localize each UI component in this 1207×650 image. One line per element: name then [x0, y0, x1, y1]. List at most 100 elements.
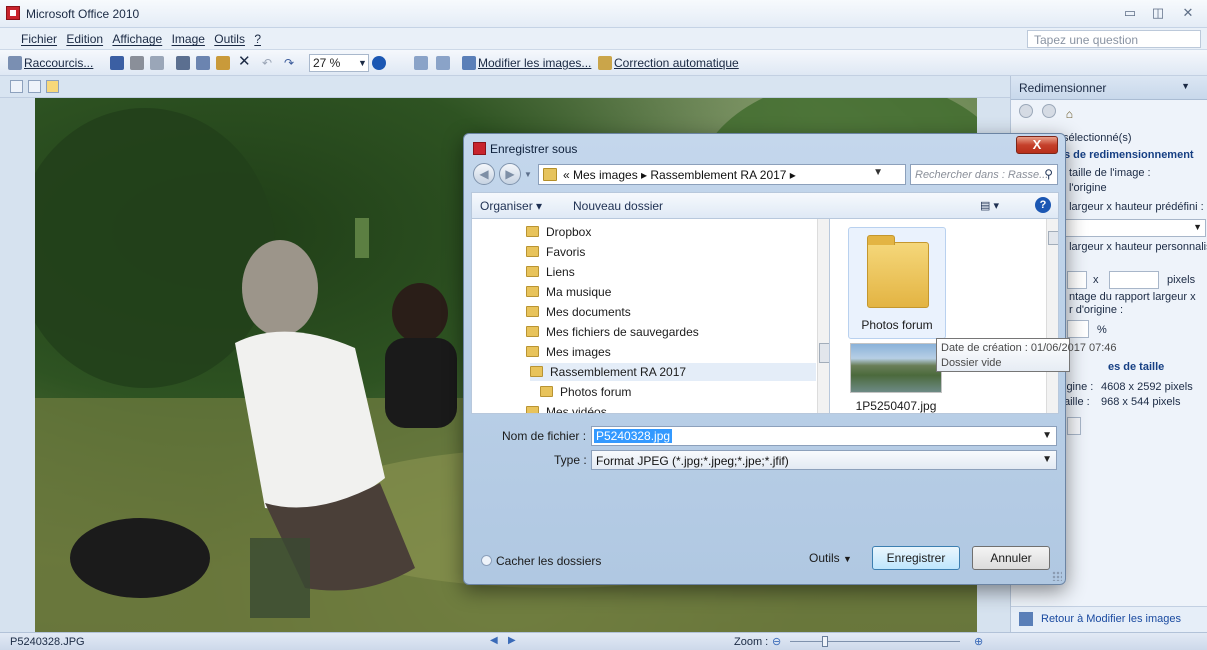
back-to-edit-link[interactable]: Retour à Modifier les images: [1041, 613, 1181, 625]
question-search-input[interactable]: Tapez une question: [1027, 30, 1201, 48]
shortcuts-button[interactable]: Raccourcis...: [24, 54, 93, 72]
edit-images-button[interactable]: Modifier les images...: [478, 54, 591, 72]
image-thumbnail[interactable]: [850, 343, 942, 393]
next-image-icon[interactable]: ▶: [508, 635, 516, 646]
help-icon[interactable]: [372, 56, 386, 70]
save-icon[interactable]: [110, 56, 124, 70]
help-icon[interactable]: ?: [1035, 197, 1051, 213]
back-arrow-icon[interactable]: ◀: [473, 163, 495, 185]
previous-image-icon[interactable]: ◀: [490, 635, 498, 646]
chevron-down-icon[interactable]: ▼: [1042, 430, 1052, 441]
forward-icon[interactable]: [1042, 104, 1057, 118]
folder-icon: [543, 168, 557, 181]
close-window-button[interactable]: ✕: [1176, 4, 1200, 22]
home-icon[interactable]: ⌂: [1066, 107, 1073, 121]
file-name: Photos forum: [861, 318, 933, 332]
recent-locations-icon[interactable]: ▼: [524, 170, 532, 179]
hide-folders-label: Cacher les dossiers: [496, 554, 602, 568]
preset-size-option[interactable]: t largeur x hauteur prédéfini :: [1063, 201, 1204, 213]
minimize-button[interactable]: ▭: [1118, 4, 1142, 22]
menu-image[interactable]: Image: [169, 28, 208, 46]
menu-help[interactable]: ?: [251, 28, 264, 46]
folder-icon: [540, 386, 553, 397]
menu-edition[interactable]: Edition: [63, 28, 106, 46]
ratio-option-cont: r d'origine :: [1069, 304, 1124, 316]
organize-button[interactable]: Organiser ▾: [480, 199, 542, 213]
width-stepper[interactable]: [1067, 271, 1087, 289]
new-folder-button[interactable]: Nouveau dossier: [573, 199, 663, 213]
tools-menu-button[interactable]: Outils ▼: [809, 551, 852, 565]
file-list-scrollbar[interactable]: [1046, 219, 1058, 413]
back-icon[interactable]: [1019, 104, 1033, 118]
height-input[interactable]: [1109, 271, 1159, 289]
cancel-button[interactable]: Annuler: [972, 546, 1050, 570]
menu-outils[interactable]: Outils: [211, 28, 248, 46]
search-icon[interactable]: ⚲: [1044, 167, 1053, 181]
filename-input[interactable]: P5240328.jpg ▼: [591, 426, 1057, 446]
filename-value[interactable]: P5240328.jpg: [594, 429, 673, 443]
new-size-value: 968 x 544 pixels: [1101, 396, 1181, 408]
chevron-down-icon[interactable]: ▼: [873, 167, 883, 178]
ok-button-partial[interactable]: [1067, 417, 1081, 435]
maximize-button[interactable]: ◫: [1146, 4, 1170, 22]
print-icon[interactable]: [130, 56, 144, 70]
chevron-down-icon[interactable]: ▼: [1181, 81, 1190, 91]
menu-bar: Fichier Edition Affichage Image Outils ?…: [0, 28, 1207, 50]
hide-folders-toggle[interactable]: Cacher les dossiers: [481, 554, 601, 568]
save-button[interactable]: Enregistrer: [872, 546, 960, 570]
custom-size-option[interactable]: t largeur x hauteur personnalisé: [1063, 241, 1207, 253]
ratio-option[interactable]: ntage du rapport largeur x: [1069, 291, 1196, 303]
forward-arrow-icon[interactable]: ▶: [499, 163, 521, 185]
redo-icon[interactable]: ↷: [284, 54, 294, 72]
thumbnail-view-icon[interactable]: [10, 80, 23, 93]
times-label: x: [1093, 274, 1099, 286]
single-view-icon[interactable]: [46, 80, 59, 93]
file-list-scrollbar-thumb[interactable]: [1048, 231, 1058, 245]
dialog-footer: Cacher les dossiers Outils ▼ Enregistrer…: [471, 478, 1059, 578]
origin-size-value: 4608 x 2592 pixels: [1101, 381, 1193, 393]
file-type-label: Type :: [554, 453, 587, 467]
email-icon[interactable]: [150, 56, 164, 70]
undo-icon[interactable]: ↶: [262, 54, 272, 72]
search-input[interactable]: Rechercher dans : Rasse... ⚲: [910, 164, 1058, 185]
auto-correct-button[interactable]: Correction automatique: [614, 54, 739, 72]
percentage-stepper[interactable]: [1067, 320, 1089, 338]
standard-toolbar: Raccourcis... ✕ ↶ ↷ 27 % ▼ Modifier les …: [0, 50, 1207, 76]
view-options-icon[interactable]: ▤ ▾: [980, 199, 999, 212]
copy-icon[interactable]: [196, 56, 210, 70]
tree-scrollbar[interactable]: [817, 219, 829, 413]
file-type-value: Format JPEG (*.jpg;*.jpeg;*.jpe;*.jfif): [596, 454, 789, 468]
delete-icon[interactable]: ✕: [238, 53, 251, 71]
chevron-down-icon[interactable]: ▼: [358, 54, 367, 72]
origin-option[interactable]: l'origine: [1069, 182, 1107, 194]
rotate-right-icon[interactable]: [436, 56, 450, 70]
resize-grip[interactable]: [1052, 571, 1062, 581]
menu-affichage[interactable]: Affichage: [109, 28, 165, 46]
file-list: Photos forum 1P5250407.jpg: [829, 218, 1059, 414]
folder-icon: [526, 266, 539, 277]
image-size-label: taille de l'image :: [1069, 167, 1151, 179]
paste-icon[interactable]: [216, 56, 230, 70]
tools-label: Outils: [809, 551, 840, 565]
resize-options-heading: s de redimensionnement: [1064, 149, 1194, 161]
shortcuts-icon: [8, 56, 22, 70]
file-type-select[interactable]: Format JPEG (*.jpg;*.jpeg;*.jpe;*.jfif) …: [591, 450, 1057, 470]
zoom-label: Zoom :: [734, 636, 769, 648]
tree-item-rassemblement[interactable]: Rassemblement RA 2017: [530, 363, 816, 381]
file-item-folder[interactable]: Photos forum: [848, 227, 946, 339]
rotate-left-icon[interactable]: [414, 56, 428, 70]
address-path[interactable]: « Mes images ▸ Rassemblement RA 2017 ▸: [563, 168, 796, 182]
pane-navigation: ⌂: [1019, 104, 1073, 121]
cut-icon[interactable]: [176, 56, 190, 70]
dialog-close-button[interactable]: X: [1016, 136, 1058, 154]
documents-folder-icon: [526, 306, 539, 317]
menu-fichier[interactable]: Fichier: [18, 28, 60, 46]
zoom-out-icon[interactable]: ⊖: [772, 635, 781, 648]
filmstrip-view-icon[interactable]: [28, 80, 41, 93]
zoom-in-icon[interactable]: ⊕: [974, 635, 983, 648]
zoom-slider-track[interactable]: [790, 641, 960, 642]
zoom-slider-thumb[interactable]: [822, 636, 828, 647]
tree-scrollbar-thumb[interactable]: [819, 343, 829, 363]
address-bar[interactable]: « Mes images ▸ Rassemblement RA 2017 ▸ ▼…: [538, 164, 967, 185]
edit-images-icon: [462, 56, 476, 70]
